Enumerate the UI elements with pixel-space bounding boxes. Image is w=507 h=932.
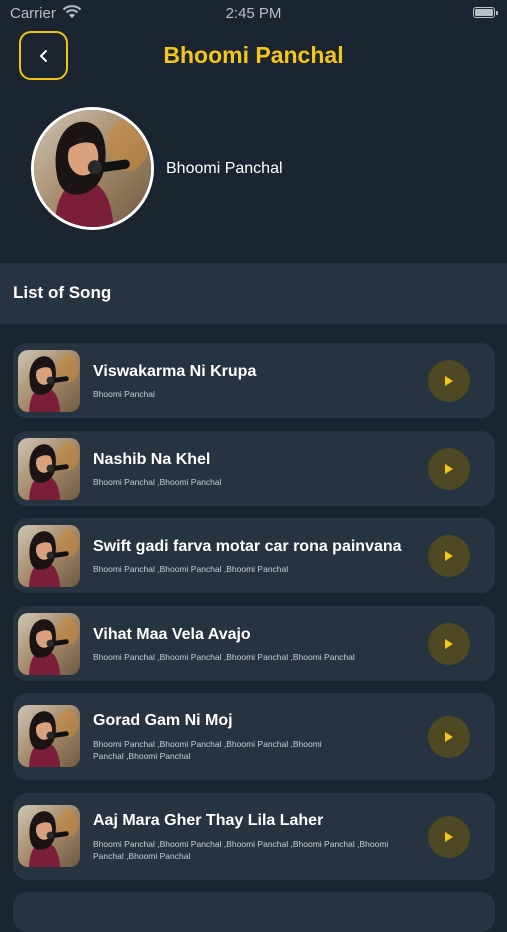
artist-name: Bhoomi Panchal (166, 160, 283, 177)
song-artists: Bhoomi Panchal ,Bhoomi Panchal ,Bhoomi P… (93, 564, 289, 574)
page-title: Bhoomi Panchal (163, 42, 344, 68)
play-icon (445, 832, 453, 842)
song-thumbnail (18, 705, 80, 767)
song-artists: Bhoomi Panchal ,Bhoomi Panchal ,Bhoomi P… (93, 652, 355, 662)
song-title: Nashib Na Khel (93, 451, 211, 468)
play-button[interactable] (428, 535, 470, 577)
play-button[interactable] (428, 360, 470, 402)
song-thumbnail (18, 613, 80, 675)
battery-icon (473, 7, 498, 18)
song-artists: Bhoomi Panchal ,Bhoomi Panchal ,Bhoomi P… (93, 839, 389, 861)
song-card-partial[interactable] (13, 892, 495, 932)
song-title: Aaj Mara Gher Thay Lila Laher (93, 812, 324, 829)
song-card[interactable]: Nashib Na Khel Bhoomi Panchal ,Bhoomi Pa… (13, 431, 495, 506)
play-button[interactable] (428, 623, 470, 665)
song-thumbnail (18, 438, 80, 500)
play-icon (445, 732, 453, 742)
song-thumbnail (18, 525, 80, 587)
song-thumbnail (18, 805, 80, 867)
song-card[interactable]: Vihat Maa Vela Avajo Bhoomi Panchal ,Bho… (13, 606, 495, 681)
play-button[interactable] (428, 448, 470, 490)
play-icon (445, 639, 453, 649)
song-card[interactable]: Viswakarma Ni Krupa Bhoomi Panchal (13, 343, 495, 418)
play-icon (445, 376, 453, 386)
song-artists: Bhoomi Panchal ,Bhoomi Panchal (93, 477, 222, 487)
song-card[interactable]: Aaj Mara Gher Thay Lila Laher Bhoomi Pan… (13, 793, 495, 880)
song-thumbnail (18, 350, 80, 412)
artist-avatar (31, 107, 154, 230)
song-title: Vihat Maa Vela Avajo (93, 626, 251, 643)
status-time: 2:45 PM (225, 5, 282, 22)
song-artists: Bhoomi Panchal ,Bhoomi Panchal ,Bhoomi P… (93, 739, 322, 761)
section-title: List of Song (13, 283, 112, 302)
song-title: Swift gadi farva motar car rona painvana (93, 538, 402, 555)
play-icon (445, 464, 453, 474)
play-button[interactable] (428, 716, 470, 758)
play-button[interactable] (428, 816, 470, 858)
section-header: List of Song (0, 263, 507, 324)
song-artists: Bhoomi Panchal (93, 389, 155, 399)
song-title: Gorad Gam Ni Moj (93, 712, 233, 729)
play-icon (445, 551, 453, 561)
song-card[interactable]: Swift gadi farva motar car rona painvana… (13, 518, 495, 593)
song-title: Viswakarma Ni Krupa (93, 363, 257, 380)
status-bar: Carrier 2:45 PM (0, 0, 507, 28)
song-card[interactable]: Gorad Gam Ni Moj Bhoomi Panchal ,Bhoomi … (13, 693, 495, 780)
